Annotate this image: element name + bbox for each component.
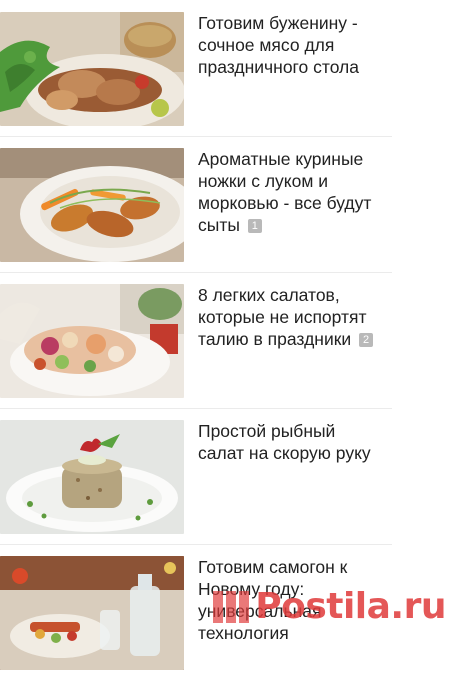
comment-count-badge: 1 [247,219,262,233]
chicken-legs-image [0,148,184,262]
feed-item[interactable]: Простой рыбный салат на скорую руку [0,408,392,544]
article-title[interactable]: 8 легких салатов, которые не испортят та… [198,284,386,350]
article-title[interactable]: Ароматные куриные ножки с луком и морков… [198,148,386,236]
article-thumbnail[interactable] [0,148,184,262]
article-title[interactable]: Простой рыбный салат на скорую руку [198,420,386,464]
article-title-link[interactable]: 8 легких салатов, которые не испортят та… [198,285,367,349]
article-title-link[interactable]: Готовим буженину - сочное мясо для празд… [198,13,359,77]
moonshine-image [0,556,184,670]
feed-item[interactable]: Готовим самогон к Новому году: универсал… [0,544,392,680]
article-title-link[interactable]: Готовим самогон к Новому году: универсал… [198,557,347,643]
article-thumbnail[interactable] [0,284,184,398]
article-title-link[interactable]: Ароматные куриные ножки с луком и морков… [198,149,371,235]
feed-item[interactable]: 8 легких салатов, которые не испортят та… [0,272,392,408]
article-thumbnail[interactable] [0,12,184,126]
fish-salad-image [0,420,184,534]
comment-count-badge: 2 [359,333,374,347]
article-title-link[interactable]: Простой рыбный салат на скорую руку [198,421,371,463]
article-thumbnail[interactable] [0,420,184,534]
pork-roast-image [0,12,184,126]
salad-image [0,284,184,398]
article-thumbnail[interactable] [0,556,184,670]
article-title[interactable]: Готовим самогон к Новому году: универсал… [198,556,386,644]
feed-item[interactable]: Готовим буженину - сочное мясо для празд… [0,0,392,136]
feed-item[interactable]: Ароматные куриные ножки с луком и морков… [0,136,392,272]
article-title[interactable]: Готовим буженину - сочное мясо для празд… [198,12,386,78]
